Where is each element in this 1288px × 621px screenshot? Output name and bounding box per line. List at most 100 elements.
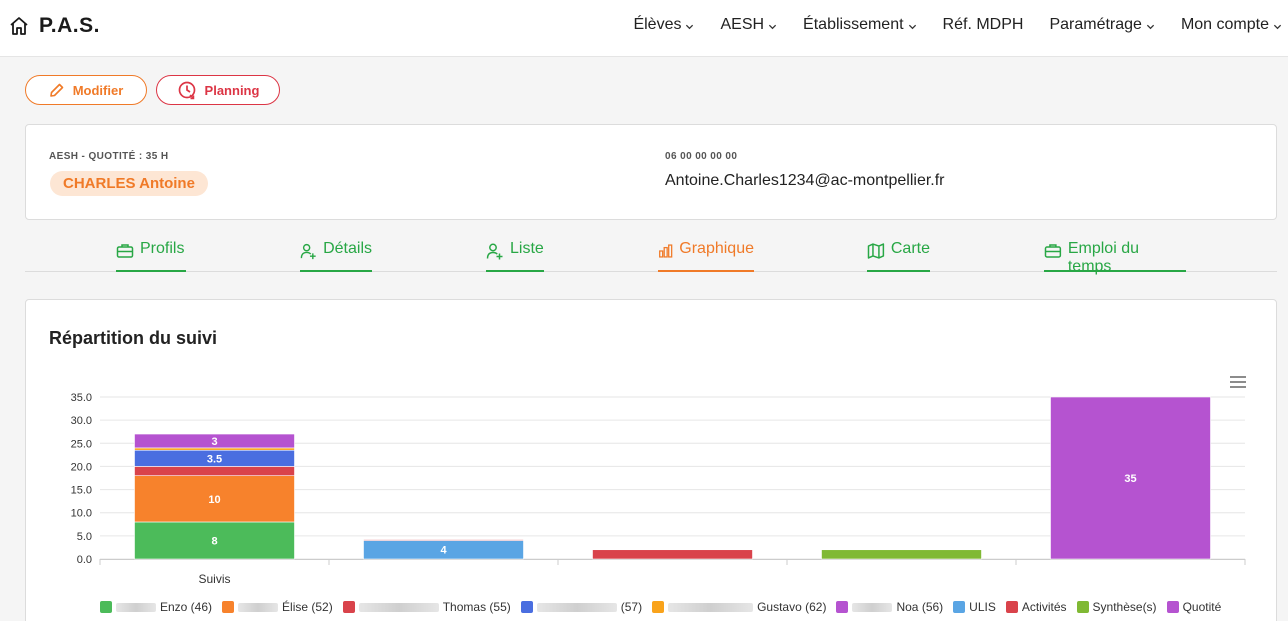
legend-item[interactable]: Activités [1005, 600, 1067, 614]
tab-label: Carte [890, 240, 930, 257]
chevron-down-icon [768, 24, 777, 30]
bar-segment[interactable] [592, 549, 753, 560]
nav-item-label: AESH [720, 16, 765, 33]
legend-item[interactable]: ULIS [953, 600, 996, 614]
nav-item-label: Réf. MDPH [942, 16, 1024, 33]
email-address: Antoine.Charles1234@ac-montpellier.fr [665, 172, 945, 189]
tab-label: Emploi du temps [1067, 240, 1139, 275]
y-tick-label: 20.0 [71, 461, 92, 473]
legend-item[interactable]: Quotité [1166, 600, 1221, 614]
tab-3[interactable]: Graphique [658, 240, 754, 272]
bar-chart-icon [659, 244, 673, 258]
redacted-name [668, 602, 754, 612]
chart-legend: Enzo (46) Élise (52) Thomas (55) (57) Gustav… [100, 600, 1221, 614]
nav-item-label: Élèves [633, 16, 682, 33]
legend-swatch [836, 601, 849, 613]
legend-item[interactable]: Noa (56) [836, 600, 943, 614]
pencil-icon [49, 83, 64, 97]
phone-number: 06 00 00 00 00 [665, 151, 738, 162]
redacted-name [358, 602, 439, 612]
data-label: 8 [211, 535, 217, 547]
home-icon[interactable] [9, 16, 29, 36]
tab-5[interactable]: Emploi du temps [1044, 240, 1186, 275]
y-tick-label: 15.0 [71, 485, 92, 497]
modifier-button[interactable]: Modifier [25, 75, 147, 105]
y-tick-label: 25.0 [71, 438, 92, 450]
legend-swatch [1005, 601, 1018, 613]
legend-item[interactable]: (57) [520, 600, 643, 614]
legend-label: Noa (56) [896, 600, 944, 614]
legend-item[interactable]: Thomas (55) [342, 600, 511, 614]
data-label: 3.5 [207, 453, 222, 465]
y-tick-label: 30.0 [71, 415, 92, 427]
legend-item[interactable]: Élise (52) [222, 600, 333, 614]
legend-swatch [100, 601, 112, 613]
redacted-name [238, 602, 279, 612]
nav-item-5[interactable]: Mon compte [1181, 16, 1282, 34]
bar-segment[interactable] [134, 466, 295, 476]
navbar: P.A.S. Élèves AESH Établissement Réf. MDPH P… [0, 0, 1288, 57]
profile-card: AESH - QUOTITÉ : 35 H CHARLES Antoine 06… [25, 124, 1277, 220]
legend-label: Activités [1021, 600, 1067, 614]
legend-item[interactable]: Gustavo (62) [652, 600, 826, 614]
chart-card: 0.0 5.0 10.0 15.0 20.0 25.0 30.0 35.0 Suivis 8 10 3… [25, 299, 1277, 621]
tab-bar: Profils Détails Liste Graphique Carte Emploi … [25, 228, 1277, 275]
brand[interactable]: P.A.S. [9, 14, 100, 38]
legend-swatch [652, 601, 665, 613]
bar-segment[interactable] [821, 549, 982, 560]
redacted-name [116, 602, 156, 612]
nav-item-label: Établissement [803, 16, 904, 33]
legend-label: ULIS [969, 600, 996, 614]
tab-label: Détails [323, 240, 372, 257]
chevron-down-icon [686, 24, 694, 30]
tab-label: Profils [140, 240, 185, 257]
legend-swatch [1166, 601, 1179, 613]
nav-item-label: Paramétrage [1049, 16, 1142, 33]
nav-item-1[interactable]: AESH [720, 16, 777, 34]
modifier-label: Modifier [72, 82, 124, 98]
tab-1[interactable]: Détails [300, 240, 372, 272]
bar-segment[interactable] [134, 447, 295, 451]
brand-name[interactable]: P.A.S. [39, 14, 100, 38]
y-tick-label: 0.0 [77, 554, 92, 566]
profile-name: CHARLES Antoine [50, 171, 208, 196]
nav-item-label: Mon compte [1180, 16, 1269, 33]
data-label: 35 [1124, 473, 1136, 485]
legend-label: (57) [620, 600, 643, 614]
legend-label: Thomas (55) [442, 600, 511, 614]
legend-item[interactable]: Synthèse(s) [1076, 600, 1157, 614]
user-plus-icon [300, 243, 316, 260]
chevron-down-icon [1146, 24, 1155, 30]
clock-icon [178, 81, 195, 100]
data-label: 10 [208, 494, 220, 506]
tab-0[interactable]: Profils [116, 240, 186, 272]
x-category-label: Suivis [198, 572, 230, 586]
nav-item-3[interactable]: Réf. MDPH [943, 16, 1024, 34]
chevron-down-icon [1273, 24, 1282, 30]
nav-item-0[interactable]: Élèves [633, 16, 694, 34]
data-label: 3 [211, 436, 217, 448]
legend-label: Enzo (46) [160, 600, 213, 614]
nav-item-2[interactable]: Établissement [803, 16, 917, 34]
y-tick-label: 10.0 [71, 508, 92, 520]
chevron-down-icon [908, 24, 916, 30]
map-icon [867, 243, 885, 259]
briefcase-icon [1044, 244, 1062, 258]
redacted-name [852, 602, 893, 612]
legend-label: Synthèse(s) [1092, 600, 1157, 614]
legend-swatch [222, 601, 235, 613]
y-tick-label: 5.0 [77, 531, 92, 543]
legend-item[interactable]: Enzo (46) [100, 600, 212, 614]
tab-4[interactable]: Carte [867, 240, 930, 272]
data-label: 4 [440, 545, 447, 557]
planning-button[interactable]: Planning [156, 75, 280, 105]
legend-label: Élise (52) [282, 600, 333, 614]
legend-swatch [520, 601, 533, 613]
briefcase-icon [116, 244, 134, 258]
nav-item-4[interactable]: Paramétrage [1049, 16, 1155, 34]
y-tick-label: 35.0 [71, 392, 92, 404]
tab-2[interactable]: Liste [486, 240, 544, 272]
tab-label: Liste [510, 240, 544, 257]
hamburger-menu-icon[interactable] [1230, 376, 1246, 388]
bar-segment[interactable] [363, 539, 524, 541]
